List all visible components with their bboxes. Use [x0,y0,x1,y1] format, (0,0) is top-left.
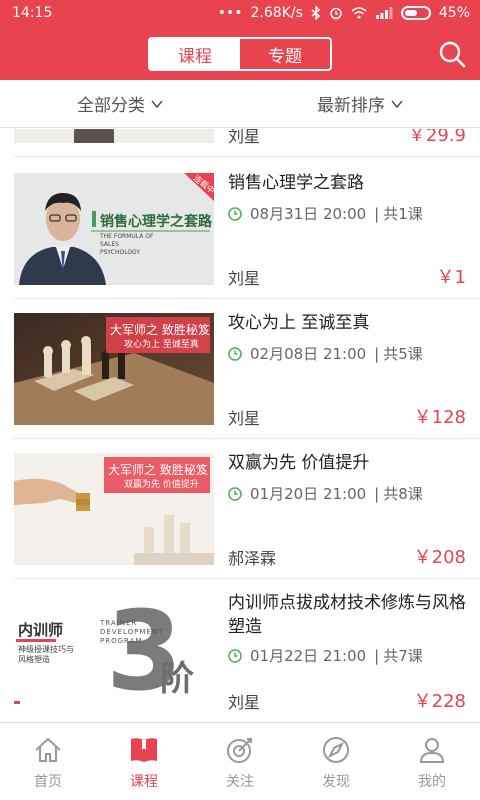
meta-separator: | [374,484,380,503]
clock-icon [228,486,242,501]
signal-icon [375,7,393,19]
status-right: ••• 2.68K/s 45% [218,5,470,21]
clock-icon [228,206,242,221]
course-meta: 02月08日 21:00 | 共5课 [228,343,423,364]
sort-filter-label: 最新排序 [317,96,385,116]
course-price: ￥228 [413,691,466,712]
course-author: 刘星 [228,693,261,712]
thumbnail-subtitle: 攻心为上 至诚至真 [124,340,199,350]
course-price: ￥208 [413,547,466,568]
clock-icon [228,346,242,361]
bluetooth-icon [311,6,320,20]
thumbnail-headline: 大军师之 致胜秘笈 [110,323,210,337]
course-list: 刘星 ￥29.9 销售心理学之套路 THE FORMULA OF SALES P… [0,129,480,719]
thumbnail-english: TRAINER DEVELOPMENT PROGRAM [100,619,164,645]
book-icon [131,738,157,762]
list-item[interactable]: 大军师之 致胜秘笈 双赢为先 价值提升 双赢为先 价值提升 01月20日 21:… [0,439,480,579]
category-filter[interactable]: 全部分类 [0,80,240,127]
course-lesson-count: 共1课 [383,205,423,223]
nav-profile-label: 我的 [418,774,446,790]
course-thumbnail: 3 内训师 神级授课技巧与风格塑造 TRAINER DEVELOPMENT PR… [14,593,214,705]
nav-home[interactable]: 首页 [0,723,96,800]
nav-follow-label: 关注 [226,774,254,790]
app-root: 14:15 ••• 2.68K/s 45% 课程 专题 全部分类 最新排序 刘星… [0,0,480,800]
filter-bar: 全部分类 最新排序 [0,80,480,128]
list-item[interactable]: 大军师之 致胜秘笈 攻心为上 至诚至真 攻心为上 至诚至真 02月08日 21:… [0,299,480,439]
course-meta: 08月31日 20:00 | 共1课 [228,203,423,224]
nav-profile[interactable]: 我的 [384,723,480,800]
status-time: 14:15 [12,5,53,21]
course-price: ￥29.9 [407,129,466,146]
tab-courses[interactable]: 课程 [150,39,240,69]
course-thumbnail: 大军师之 致胜秘笈 双赢为先 价值提升 [14,453,214,565]
thumbnail-subtitle: THE FORMULA OF SALES PSYCHOLOGY [100,233,154,256]
thumbnail-big-number: 3阶 [106,603,108,604]
course-author: 刘星 [228,129,261,146]
thumbnail-level-char: 阶 [160,659,194,699]
list-item[interactable]: 3 内训师 神级授课技巧与风格塑造 TRAINER DEVELOPMENT PR… [0,579,480,719]
thumbnail-headline: 内训师 [18,621,64,639]
list-item[interactable]: 销售心理学之套路 THE FORMULA OF SALES PSYCHOLOGY… [0,159,480,299]
course-date: 01月20日 21:00 [250,485,367,503]
battery-percent: 45% [438,5,470,21]
nav-discover-label: 发现 [322,774,350,790]
course-author: 刘星 [228,269,261,288]
sort-filter[interactable]: 最新排序 [240,80,480,127]
course-title: 内训师点拔成材技术修炼与风格塑造 [228,593,466,637]
battery-icon [400,6,431,20]
thumbnail-headline: 大军师之 致胜秘笈 [108,463,208,477]
course-title: 攻心为上 至诚至真 [228,313,370,333]
course-thumbnail [14,129,214,143]
course-date: 01月22日 21:00 [250,647,367,665]
discover-icon [323,737,349,763]
alarm-icon [330,7,342,20]
list-item[interactable]: 刘星 ￥29.9 [0,129,480,157]
nav-home-label: 首页 [34,774,62,790]
search-icon[interactable] [438,40,466,68]
follow-icon [227,738,252,763]
network-speed: 2.68K/s [250,5,303,21]
clock-icon [228,648,242,663]
category-filter-label: 全部分类 [77,96,145,116]
course-date: 08月31日 20:00 [250,205,367,223]
bottom-nav: 首页 课程 关注 发现 我的 [0,722,480,800]
home-icon [35,737,61,762]
course-title: 双赢为先 价值提升 [228,453,370,473]
status-bar: 14:15 ••• 2.68K/s 45% [0,0,480,28]
top-header: 课程 专题 [0,28,480,80]
nav-follow[interactable]: 关注 [192,723,288,800]
course-author: 刘星 [228,409,261,428]
course-date: 02月08日 21:00 [250,345,367,363]
course-price: ￥128 [413,407,466,428]
profile-icon [419,738,445,763]
meta-separator: | [374,344,380,363]
chevron-down-icon [391,99,403,108]
course-title: 销售心理学之套路 [228,173,364,193]
thumbnail-subtitle: 双赢为先 价值提升 [124,480,199,490]
more-dots-icon: ••• [217,5,243,21]
divider [14,156,480,157]
course-thumbnail: 大军师之 致胜秘笈 攻心为上 至诚至真 [14,313,214,425]
course-lesson-count: 共5课 [383,345,423,363]
course-meta: 01月22日 21:00 | 共7课 [228,645,423,666]
nav-discover[interactable]: 发现 [288,723,384,800]
thumbnail-headline: 销售心理学之套路 [100,214,212,230]
course-lesson-count: 共7课 [383,647,423,665]
course-meta: 01月20日 21:00 | 共8课 [228,483,423,504]
thumbnail-subtitle: 神级授课技巧与风格塑造 [18,645,74,664]
course-lesson-count: 共8课 [383,485,423,503]
nav-courses-label: 课程 [130,774,158,790]
course-author: 郝泽霖 [228,549,277,568]
wifi-icon [351,7,367,19]
course-thumbnail: 销售心理学之套路 THE FORMULA OF SALES PSYCHOLOGY… [14,173,214,285]
segment-control: 课程 专题 [148,37,332,71]
meta-separator: | [374,646,380,665]
chevron-down-icon [151,99,163,108]
nav-courses[interactable]: 课程 [96,723,192,800]
meta-separator: | [374,204,380,223]
course-price: ￥1 [436,267,466,288]
tab-topics[interactable]: 专题 [240,39,330,69]
